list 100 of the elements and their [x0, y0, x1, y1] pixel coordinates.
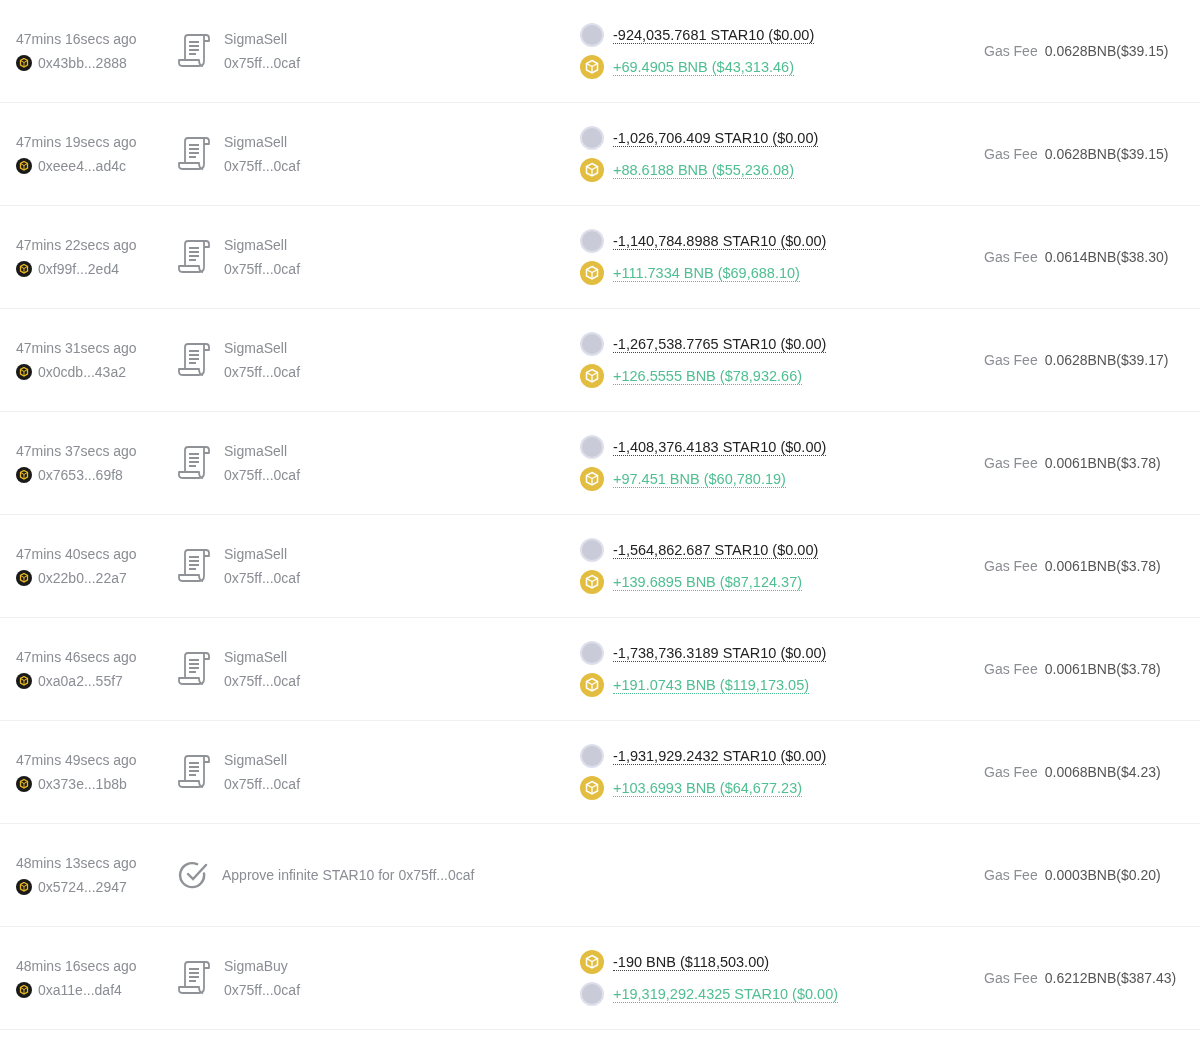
coin-icon — [580, 435, 604, 459]
scroll-document-icon — [178, 34, 210, 68]
contract-address-link[interactable]: 0x75ff...0caf — [224, 55, 300, 71]
transaction-time: 48mins 16secs ago — [16, 958, 138, 974]
coin-icon — [580, 641, 604, 665]
scroll-document-icon — [178, 961, 210, 995]
gas-fee-label: Gas Fee — [984, 558, 1038, 574]
sender-address-link[interactable]: 0x0cdb...43a2 — [38, 364, 126, 380]
method-name: SigmaSell — [224, 443, 289, 459]
coin-cube-icon — [580, 570, 604, 594]
gas-fee-label: Gas Fee — [984, 867, 1038, 883]
gas-fee-label: Gas Fee — [984, 352, 1038, 368]
coin-cube-icon — [580, 158, 604, 182]
scroll-document-icon — [178, 652, 210, 686]
transaction-time: 47mins 16secs ago — [16, 31, 138, 47]
method-name: SigmaSell — [224, 340, 289, 356]
transfer-amount-link[interactable]: +19,319,292.4325 STAR10 ($0.00) — [613, 985, 839, 1003]
coin-icon — [580, 744, 604, 768]
transfer-amount-link[interactable]: -1,738,736.3189 STAR10 ($0.00) — [613, 644, 827, 662]
method-name: SigmaSell — [224, 546, 289, 562]
scroll-document-icon — [178, 240, 210, 274]
coin-logo-icon — [16, 776, 32, 792]
transaction-time: 47mins 40secs ago — [16, 546, 138, 562]
transfer-amount-link[interactable]: +88.6188 BNB ($55,236.08) — [613, 161, 794, 179]
transfer-amount-link[interactable]: +139.6895 BNB ($87,124.37) — [613, 573, 803, 591]
sender-address-link[interactable]: 0xa11e...daf4 — [38, 982, 122, 998]
gas-fee-value: 0.0628BNB($39.15) — [1044, 146, 1169, 162]
sender-address-link[interactable]: 0x373e...1b8b — [38, 776, 127, 792]
transfer-amount-link[interactable]: +191.0743 BNB ($119,173.05) — [613, 676, 810, 694]
contract-address-link[interactable]: 0x75ff...0caf — [224, 673, 300, 689]
contract-address-link[interactable]: 0x75ff...0caf — [224, 570, 300, 586]
coin-cube-icon — [580, 55, 604, 79]
coin-cube-icon — [580, 364, 604, 388]
transfer-amount-link[interactable]: -190 BNB ($118,503.00) — [613, 953, 770, 971]
method-name: SigmaBuy — [224, 958, 289, 974]
scroll-document-icon — [178, 549, 210, 583]
sender-address-link[interactable]: 0x7653...69f8 — [38, 467, 123, 483]
coin-logo-icon — [16, 467, 32, 483]
coin-cube-icon — [580, 673, 604, 697]
transaction-time: 48mins 13secs ago — [16, 855, 138, 871]
contract-address-link[interactable]: 0x75ff...0caf — [224, 158, 300, 174]
gas-fee-label: Gas Fee — [984, 455, 1038, 471]
coin-cube-icon — [580, 261, 604, 285]
contract-address-link[interactable]: 0x75ff...0caf — [224, 982, 300, 998]
gas-fee-label: Gas Fee — [984, 43, 1038, 59]
transaction-time: 47mins 31secs ago — [16, 340, 138, 356]
coin-icon — [580, 126, 604, 150]
transfer-amount-link[interactable]: -924,035.7681 STAR10 ($0.00) — [613, 26, 815, 44]
gas-fee-label: Gas Fee — [984, 146, 1038, 162]
transaction-time: 47mins 19secs ago — [16, 134, 138, 150]
scroll-document-icon — [178, 137, 210, 171]
sender-address-link[interactable]: 0x43bb...2888 — [38, 55, 127, 71]
gas-fee-value: 0.0628BNB($39.15) — [1044, 43, 1169, 59]
sender-address-link[interactable]: 0xf99f...2ed4 — [38, 261, 119, 277]
method-name: SigmaSell — [224, 649, 289, 665]
transfer-amount-link[interactable]: -1,408,376.4183 STAR10 ($0.00) — [613, 438, 827, 456]
transfer-amount-link[interactable]: -1,931,929.2432 STAR10 ($0.00) — [613, 747, 827, 765]
sender-address-link[interactable]: 0x5724...2947 — [38, 879, 127, 895]
transfer-amount-link[interactable]: -1,267,538.7765 STAR10 ($0.00) — [613, 335, 827, 353]
coin-icon — [580, 229, 604, 253]
transfer-amount-link[interactable]: +69.4905 BNB ($43,313.46) — [613, 58, 794, 76]
transfer-amount-link[interactable]: -1,140,784.8988 STAR10 ($0.00) — [613, 232, 827, 250]
method-name: SigmaSell — [224, 237, 289, 253]
contract-address-link[interactable]: 0x75ff...0caf — [224, 776, 300, 792]
method-name: SigmaSell — [224, 752, 289, 768]
method-name: SigmaSell — [224, 31, 289, 47]
coin-icon — [580, 332, 604, 356]
transfer-amount-link[interactable]: +111.7334 BNB ($69,688.10) — [613, 264, 800, 282]
transaction-time: 47mins 49secs ago — [16, 752, 138, 768]
contract-address-link[interactable]: 0x75ff...0caf — [224, 467, 300, 483]
gas-fee-value: 0.0614BNB($38.30) — [1044, 249, 1169, 265]
transfer-amount-link[interactable]: +126.5555 BNB ($78,932.66) — [613, 367, 803, 385]
transfer-amount-link[interactable]: +103.6993 BNB ($64,677.23) — [613, 779, 803, 797]
gas-fee-value: 0.0061BNB($3.78) — [1044, 661, 1161, 677]
scroll-document-icon — [178, 446, 210, 480]
coin-cube-icon — [580, 467, 604, 491]
sender-address-link[interactable]: 0xeee4...ad4c — [38, 158, 126, 174]
gas-fee-label: Gas Fee — [984, 764, 1038, 780]
coin-logo-icon — [16, 55, 32, 71]
contract-address-link[interactable]: 0x75ff...0caf — [224, 364, 300, 380]
gas-fee-label: Gas Fee — [984, 249, 1038, 265]
sender-address-link[interactable]: 0x22b0...22a7 — [38, 570, 127, 586]
gas-fee-value: 0.0068BNB($4.23) — [1044, 764, 1161, 780]
approval-description: Approve infinite STAR10 for 0x75ff...0caf — [222, 867, 475, 883]
transfer-amount-link[interactable]: -1,564,862.687 STAR10 ($0.00) — [613, 541, 819, 559]
gas-fee-value: 0.0061BNB($3.78) — [1044, 455, 1161, 471]
transfer-amount-link[interactable]: +97.451 BNB ($60,780.19) — [613, 470, 786, 488]
sender-address-link[interactable]: 0xa0a2...55f7 — [38, 673, 123, 689]
transaction-time: 47mins 22secs ago — [16, 237, 138, 253]
coin-cube-icon — [580, 950, 604, 974]
coin-logo-icon — [16, 158, 32, 174]
scroll-document-icon — [178, 755, 210, 789]
method-name: SigmaSell — [224, 134, 289, 150]
coin-logo-icon — [16, 570, 32, 586]
contract-address-link[interactable]: 0x75ff...0caf — [224, 261, 300, 277]
gas-fee-label: Gas Fee — [984, 661, 1038, 677]
coin-logo-icon — [16, 673, 32, 689]
coin-icon — [580, 23, 604, 47]
coin-logo-icon — [16, 364, 32, 380]
transfer-amount-link[interactable]: -1,026,706.409 STAR10 ($0.00) — [613, 129, 819, 147]
